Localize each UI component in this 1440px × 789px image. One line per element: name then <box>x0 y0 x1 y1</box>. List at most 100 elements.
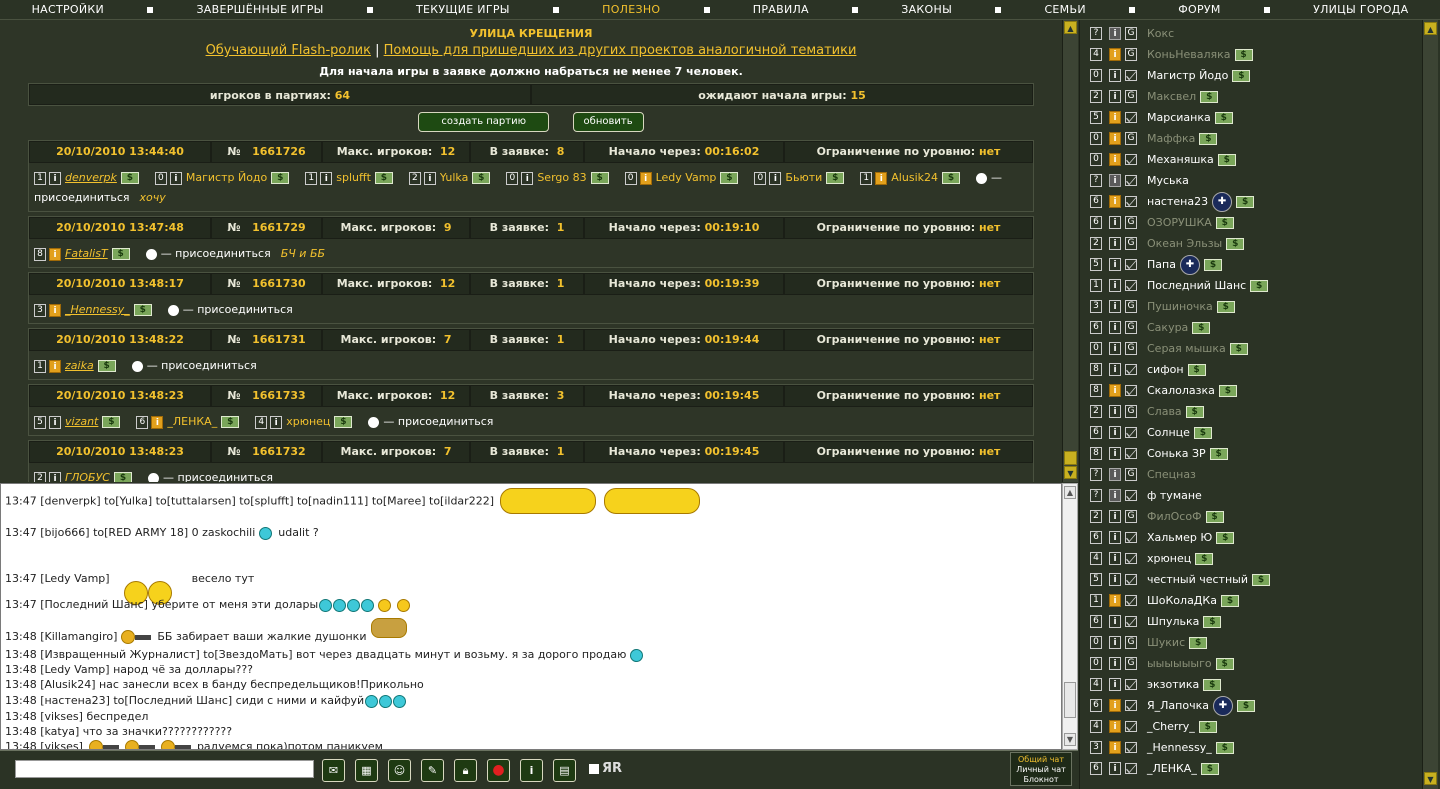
user-row[interactable]: 4 i G КоньНеваляка $ <box>1090 44 1253 65</box>
info-icon[interactable]: i <box>1109 363 1121 376</box>
eraser-icon[interactable]: ✎ <box>421 759 444 782</box>
info-icon[interactable]: i <box>49 359 61 373</box>
join-option[interactable]: — присоединиться <box>368 415 493 428</box>
user-row[interactable]: ? i ф тумане <box>1090 485 1202 506</box>
player-name[interactable]: _Hennessy_ <box>65 303 130 316</box>
mail-icon[interactable] <box>1125 721 1137 732</box>
info-icon[interactable]: i <box>49 471 61 482</box>
join-option[interactable]: — присоединиться <box>167 303 293 316</box>
user-name[interactable]: Сонька ЗР <box>1147 447 1206 460</box>
info-icon[interactable]: i <box>1109 342 1121 355</box>
user-row[interactable]: ? i Муська <box>1090 170 1189 191</box>
info-icon[interactable]: i <box>151 415 164 429</box>
user-name[interactable]: хрюнец <box>1147 552 1191 565</box>
info-icon[interactable]: i <box>1109 636 1121 649</box>
mail-icon[interactable] <box>1125 427 1137 438</box>
user-row[interactable]: 5 i Папа ✚ $ <box>1090 254 1222 275</box>
info-icon[interactable]: i <box>1109 195 1121 208</box>
user-row[interactable]: 6 i Хальмер Ю $ <box>1090 527 1235 548</box>
chat-scroll-thumb[interactable] <box>1064 682 1076 718</box>
mail-icon[interactable] <box>1125 385 1137 396</box>
info-icon[interactable]: i <box>1109 594 1121 607</box>
user-row[interactable]: 0 i G Маффка $ <box>1090 128 1218 149</box>
user-name[interactable]: ыыыыыыго <box>1147 657 1212 670</box>
info-icon[interactable]: i <box>1109 153 1121 166</box>
info-icon[interactable]: i <box>1109 27 1121 40</box>
user-row[interactable]: 6 i G ОЗОРУШКА $ <box>1090 212 1234 233</box>
user-row[interactable]: 4 i хрюнец $ <box>1090 548 1214 569</box>
mail-icon[interactable] <box>1125 700 1137 711</box>
join-radio[interactable] <box>167 304 179 316</box>
info-icon[interactable]: i <box>520 759 543 782</box>
user-row[interactable]: 5 i честный честный $ <box>1090 569 1270 590</box>
user-row[interactable]: 2 i G Максвел $ <box>1090 86 1219 107</box>
nav-item[interactable]: НАСТРОЙКИ <box>32 3 104 16</box>
nav-item[interactable]: ЗАКОНЫ <box>901 3 952 16</box>
info-icon[interactable]: i <box>1109 300 1121 313</box>
user-name[interactable]: Кокс <box>1147 27 1174 40</box>
info-icon[interactable]: i <box>1109 699 1121 712</box>
mail-icon[interactable] <box>1125 574 1137 585</box>
calculator-icon[interactable]: ▦ <box>355 759 378 782</box>
info-icon[interactable]: i <box>1109 510 1121 523</box>
user-name[interactable]: ШоКолаДКа <box>1147 594 1217 607</box>
info-icon[interactable]: i <box>1109 426 1121 439</box>
private-chat-tab[interactable]: Личный чат <box>1011 765 1071 775</box>
users-scroll-down-icon[interactable]: ▼ <box>1424 772 1437 785</box>
user-name[interactable]: сифон <box>1147 363 1184 376</box>
user-name[interactable]: Хальмер Ю <box>1147 531 1212 544</box>
user-row[interactable]: 1 i ШоКолаДКа $ <box>1090 590 1239 611</box>
user-row[interactable]: 1 i Последний Шанс $ <box>1090 275 1269 296</box>
info-icon[interactable]: i <box>1109 48 1121 61</box>
mail-icon[interactable] <box>1125 532 1137 543</box>
user-row[interactable]: 4 i _Cherry_ $ <box>1090 716 1217 737</box>
join-radio[interactable] <box>976 172 987 184</box>
join-radio[interactable] <box>368 416 380 428</box>
help-other-projects-link[interactable]: Помощь для пришедших из других проектов … <box>384 43 857 58</box>
info-icon[interactable]: i <box>320 171 333 185</box>
flash-tutorial-link[interactable]: Обучающий Flash-ролик <box>206 43 371 58</box>
user-name[interactable]: _Cherry_ <box>1147 720 1195 733</box>
user-row[interactable]: 0 i Gыыыыыыго $ <box>1090 653 1234 674</box>
user-row[interactable]: 3 i _Hennessy_ $ <box>1090 737 1234 758</box>
info-icon[interactable]: i <box>1109 69 1121 82</box>
user-name[interactable]: Шукис <box>1147 636 1185 649</box>
nav-item[interactable]: ТЕКУЩИЕ ИГРЫ <box>416 3 510 16</box>
user-name[interactable]: Океан Эльзы <box>1147 237 1222 250</box>
user-name[interactable]: честный честный <box>1147 573 1248 586</box>
user-row[interactable]: 8 i Сонька ЗР $ <box>1090 443 1228 464</box>
info-icon[interactable]: i <box>423 171 436 185</box>
chat-input[interactable] <box>15 760 314 778</box>
info-icon[interactable]: i <box>1109 678 1121 691</box>
mail-icon[interactable] <box>1125 154 1137 165</box>
user-row[interactable]: 6 i Я_Лапочка ✚ $ <box>1090 695 1255 716</box>
info-icon[interactable]: i <box>1109 90 1121 103</box>
user-row[interactable]: 0 i Механяшка $ <box>1090 149 1236 170</box>
nav-item[interactable]: ПРАВИЛА <box>753 3 809 16</box>
translit-checkbox[interactable] <box>589 763 599 774</box>
mail-icon[interactable] <box>1125 595 1137 606</box>
games-scrollbar[interactable]: ▲ ▼ <box>1062 20 1078 482</box>
smiley-icon[interactable]: ☺ <box>388 759 411 782</box>
user-row[interactable]: ? i G Спецназ <box>1090 464 1196 485</box>
info-icon[interactable]: i <box>169 171 182 185</box>
mail-icon[interactable] <box>1125 616 1137 627</box>
info-icon[interactable]: i <box>49 171 61 185</box>
translit-toggle[interactable]: ЯR <box>589 761 622 776</box>
player-name[interactable]: vizant <box>65 415 98 428</box>
mail-icon[interactable] <box>1125 364 1137 375</box>
info-icon[interactable]: i <box>639 171 652 185</box>
mail-icon[interactable] <box>1125 763 1137 774</box>
user-name[interactable]: Сакура <box>1147 321 1188 334</box>
user-row[interactable]: 6 i _ЛЕНКА_ $ <box>1090 758 1219 779</box>
mail-icon[interactable] <box>1125 448 1137 459</box>
record-icon[interactable]: ● <box>487 759 510 782</box>
mail-icon[interactable] <box>1125 196 1137 207</box>
join-radio[interactable] <box>131 360 143 372</box>
info-icon[interactable]: i <box>1109 174 1121 187</box>
user-name[interactable]: Муська <box>1147 174 1189 187</box>
info-icon[interactable]: i <box>1109 615 1121 628</box>
info-icon[interactable]: i <box>270 415 283 429</box>
info-icon[interactable]: i <box>1109 762 1121 775</box>
nav-item[interactable]: ФОРУМ <box>1178 3 1220 16</box>
